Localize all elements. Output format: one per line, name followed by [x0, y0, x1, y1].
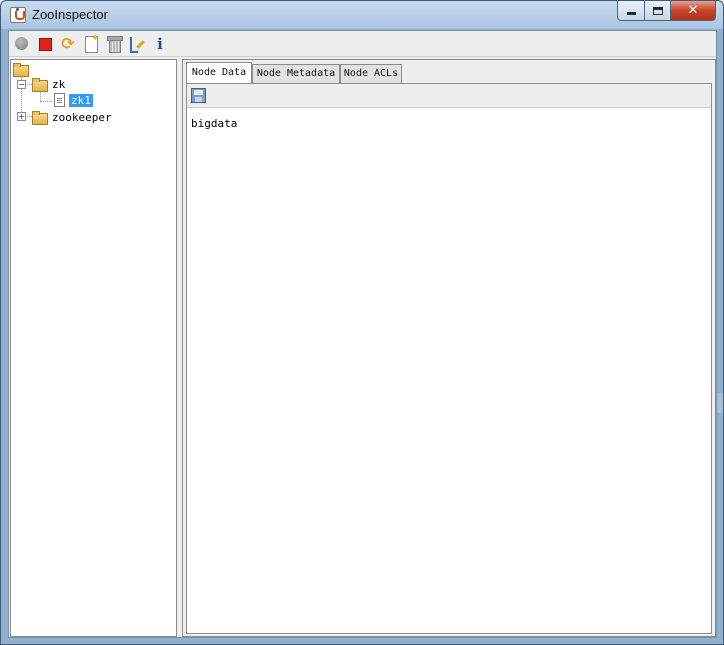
open-folder-icon: [13, 63, 29, 77]
app-window: ZooInspector ✕ ⟳ i − zk: [0, 0, 724, 645]
main-content: ⟳ i − zk zk1 + zookeeper: [8, 30, 717, 638]
node-data-editor[interactable]: bigdata: [187, 109, 711, 633]
close-icon: ✕: [687, 3, 699, 18]
folder-icon: [32, 111, 48, 125]
tab-node-metadata[interactable]: Node Metadata: [252, 64, 340, 84]
minimize-button[interactable]: [617, 1, 644, 21]
node-data-toolbar: [187, 84, 711, 108]
tab-node-acls[interactable]: Node ACLs: [340, 64, 402, 84]
node-data-panel: bigdata: [186, 83, 712, 634]
tree-connector: [40, 91, 41, 101]
delete-node-button[interactable]: [105, 35, 123, 53]
tree-node-zookeeper[interactable]: zookeeper: [52, 111, 112, 124]
maximize-button[interactable]: [644, 1, 670, 21]
title-bar[interactable]: ZooInspector ✕: [1, 1, 723, 29]
toolbar: ⟳ i: [9, 31, 716, 57]
disconnect-button[interactable]: [36, 35, 54, 53]
window-title: ZooInspector: [32, 7, 108, 22]
add-node-button[interactable]: [82, 33, 100, 53]
node-viewers-button[interactable]: [128, 35, 146, 53]
about-button[interactable]: i: [151, 35, 169, 53]
window-resize-grip[interactable]: [717, 393, 723, 413]
node-data-text: bigdata: [191, 117, 238, 130]
tree-node-zk[interactable]: zk: [52, 78, 65, 91]
minimize-icon: [626, 12, 636, 15]
expand-toggle-zookeeper[interactable]: +: [17, 112, 26, 121]
node-tree[interactable]: − zk zk1 + zookeeper: [10, 59, 177, 637]
collapse-toggle-zk[interactable]: −: [17, 80, 26, 89]
file-icon: [54, 93, 65, 107]
tab-node-data[interactable]: Node Data: [186, 62, 252, 84]
open-folder-icon: [32, 78, 48, 92]
close-button[interactable]: ✕: [670, 1, 716, 21]
maximize-icon: [652, 6, 663, 15]
refresh-button[interactable]: ⟳: [59, 35, 77, 53]
window-controls: ✕: [617, 1, 716, 21]
info-icon: i: [157, 35, 163, 53]
java-app-icon: [10, 7, 26, 23]
tree-node-zk1[interactable]: zk1: [69, 94, 93, 107]
tree-connector: [40, 101, 52, 102]
connect-button[interactable]: [13, 35, 31, 53]
node-viewer-panel: Node Data Node Metadata Node ACLs bigdat…: [182, 59, 716, 637]
save-icon[interactable]: [191, 88, 206, 103]
